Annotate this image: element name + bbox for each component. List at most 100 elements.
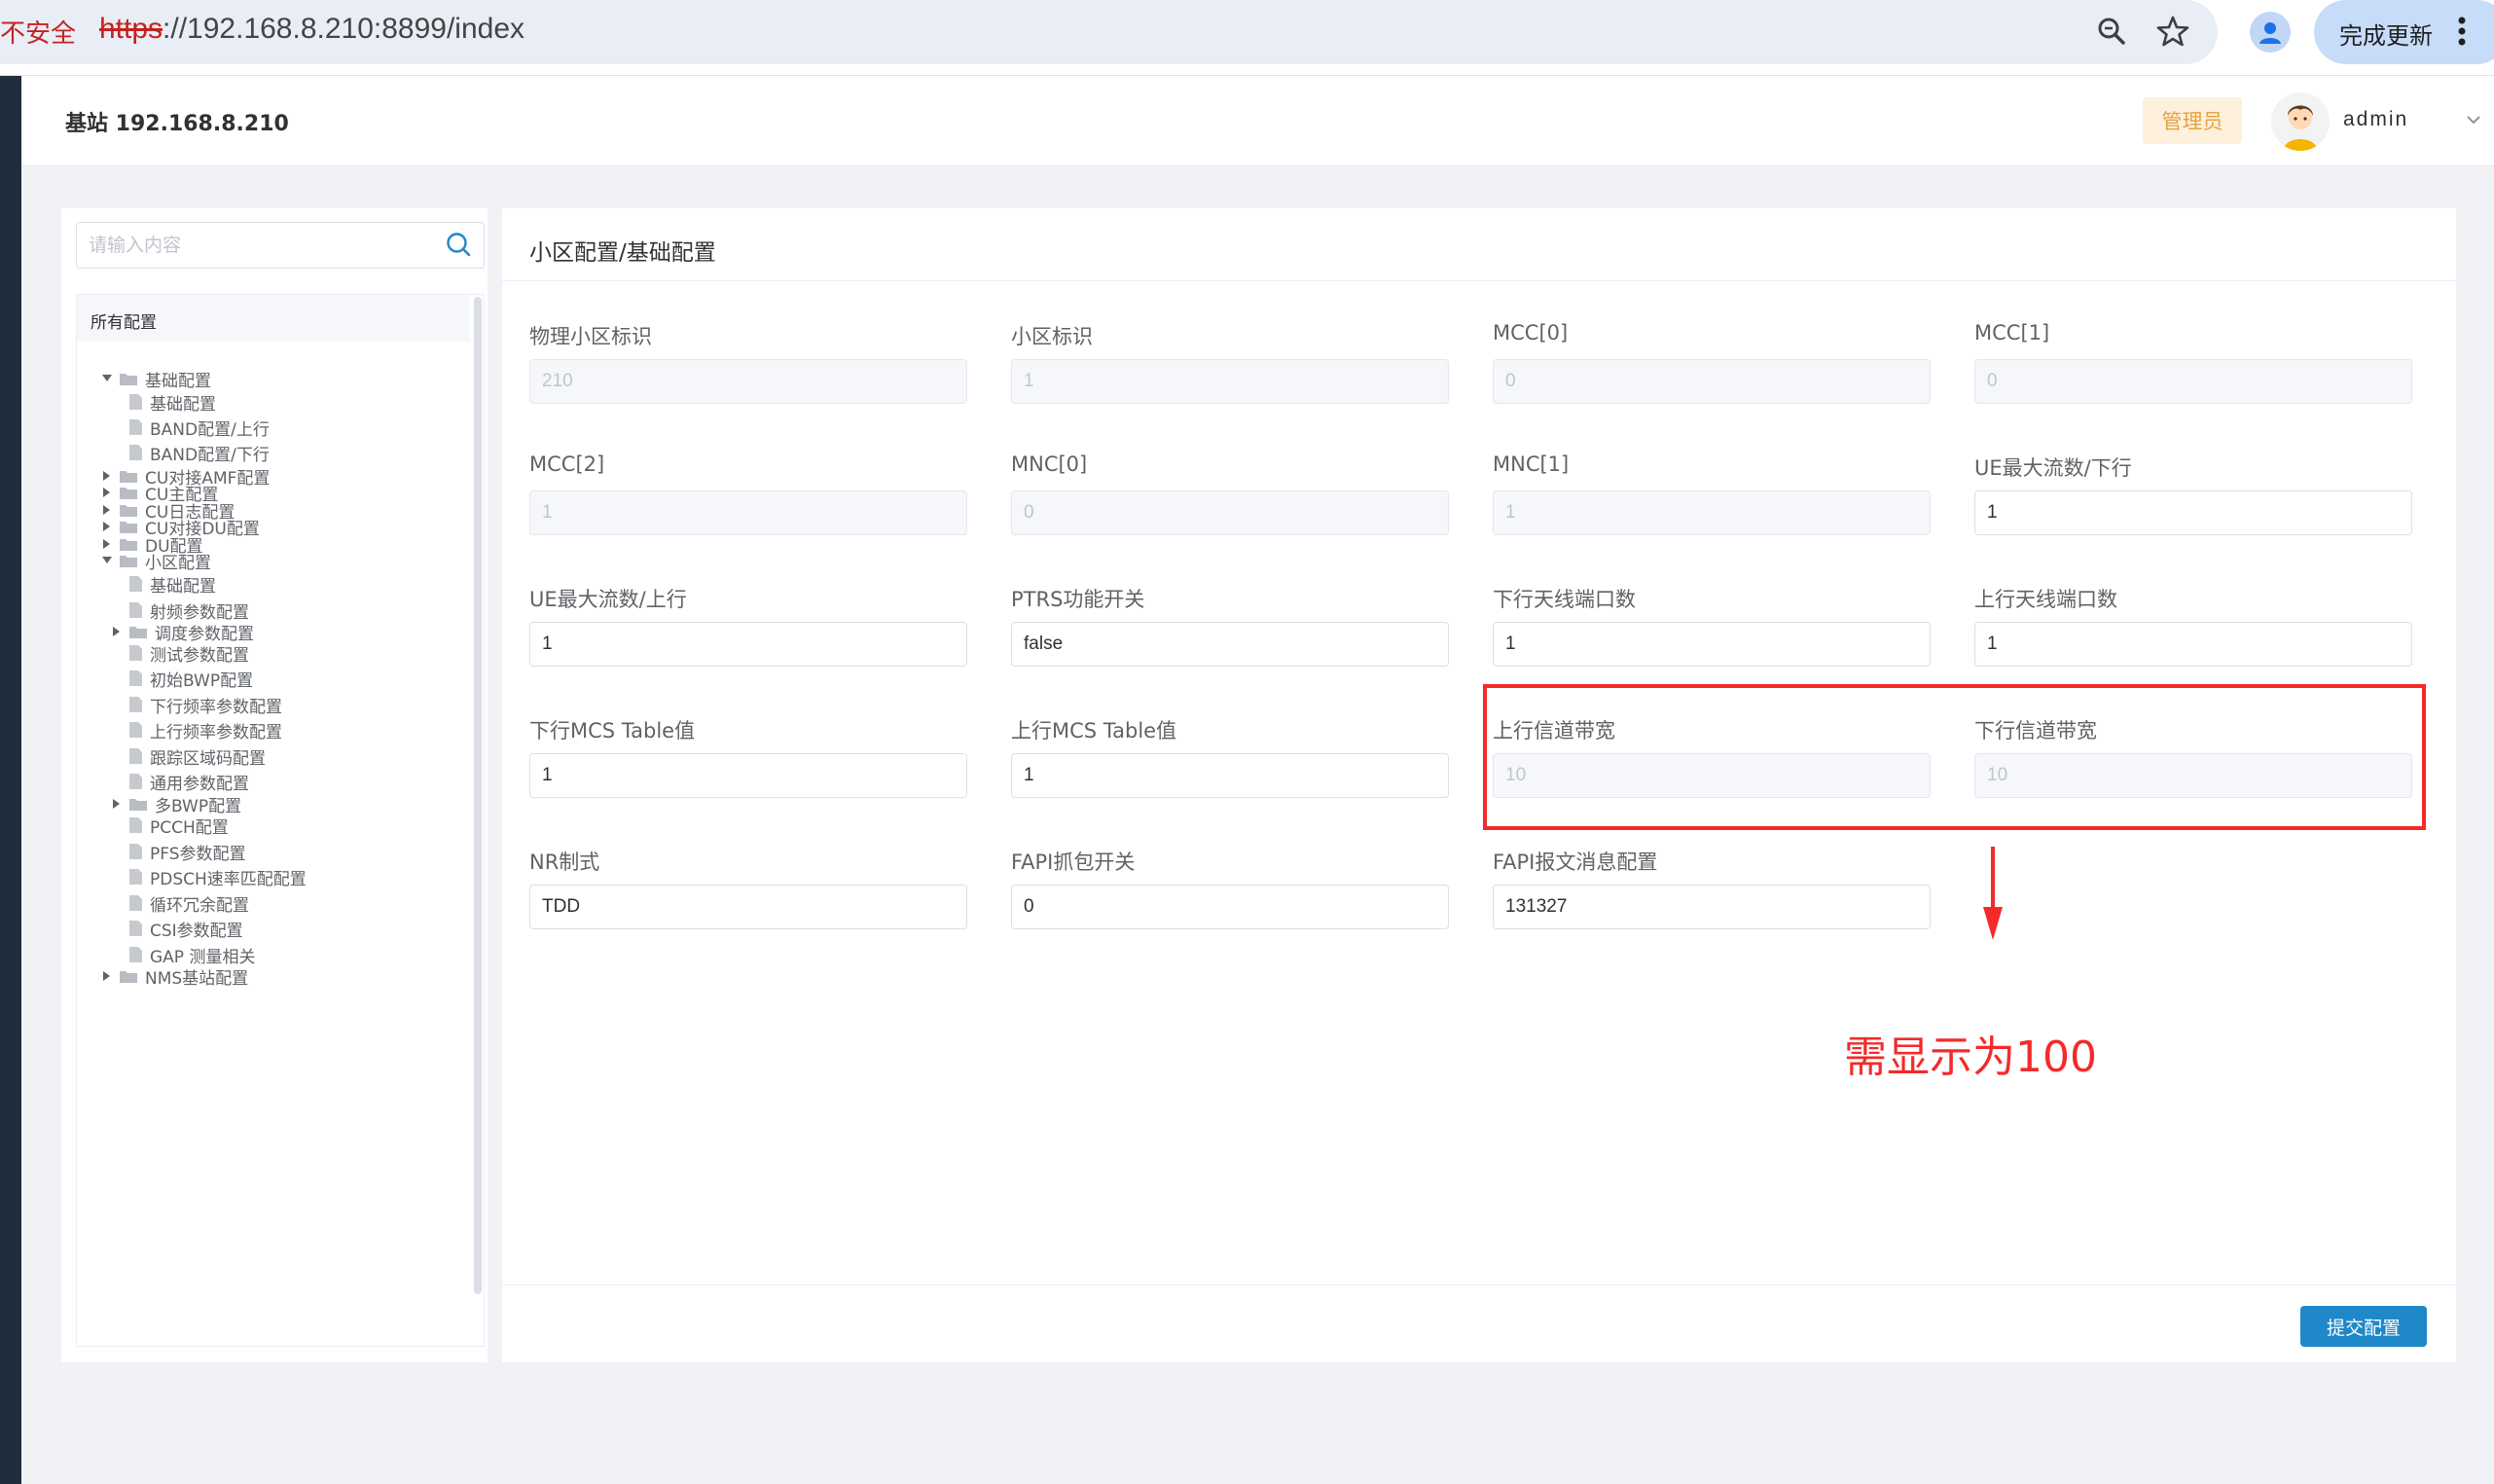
config-field-input[interactable] [1974, 490, 2412, 535]
tree-node-label: 测试参数配置 [150, 645, 249, 666]
security-indicator[interactable]: 不安全 [0, 14, 76, 50]
config-field-input[interactable] [1493, 885, 1931, 929]
tree-folder-node[interactable]: NMS基站配置 [100, 964, 249, 989]
tree-folder-node[interactable]: 小区配置 [100, 549, 211, 573]
caret-right-icon[interactable] [100, 488, 114, 497]
tree-node-label: PFS参数配置 [150, 844, 246, 864]
config-field-input[interactable] [1011, 753, 1449, 798]
field-label: 上行MCS Table值 [1011, 719, 1177, 742]
config-field-input [1493, 490, 1931, 535]
search-input[interactable] [87, 223, 441, 268]
tree-leaf-node[interactable]: 通用参数配置 [129, 770, 249, 794]
config-field-input[interactable] [1974, 622, 2412, 667]
tree-leaf-node[interactable]: PDSCH速率匹配配置 [129, 865, 307, 889]
config-field-input[interactable] [1011, 622, 1449, 667]
tree-leaf-node[interactable]: BAND配置/上行 [129, 416, 270, 440]
field-label: MCC[2] [529, 452, 605, 476]
document-icon [129, 817, 142, 833]
folder-icon [120, 554, 137, 567]
chevron-down-icon[interactable] [2466, 115, 2481, 125]
field-label: PTRS功能开关 [1011, 588, 1145, 611]
field-label: MCC[1] [1974, 321, 2050, 344]
document-icon [129, 844, 142, 859]
tree-node-label: 上行频率参数配置 [150, 722, 282, 742]
avatar[interactable] [2271, 92, 2330, 151]
tree-leaf-node[interactable]: 循环冗余配置 [129, 891, 249, 916]
tree-leaf-node[interactable]: PCCH配置 [129, 814, 229, 838]
more-vert-icon [2458, 17, 2466, 46]
tree-leaf-node[interactable]: 初始BWP配置 [129, 667, 253, 691]
url-text[interactable]: https://192.168.8.210:8899/index [99, 13, 524, 46]
profile-icon[interactable] [2250, 12, 2291, 53]
tree-leaf-node[interactable]: 基础配置 [129, 390, 216, 415]
document-icon [129, 895, 142, 911]
caret-right-icon[interactable] [100, 522, 114, 531]
field-label: UE最大流数/下行 [1974, 456, 2132, 480]
document-icon [129, 697, 142, 712]
tree-node-label: NMS基站配置 [145, 968, 249, 989]
config-field-input[interactable] [529, 622, 967, 667]
caret-down-icon[interactable] [100, 375, 114, 382]
tree-leaf-node[interactable]: GAP 测量相关 [129, 943, 255, 967]
url-path: ://192.168.8.210:8899/index [163, 13, 525, 45]
tree-node-label: 循环冗余配置 [150, 895, 249, 916]
caret-right-icon[interactable] [100, 505, 114, 515]
app-header: 基站 192.168.8.210 管理员 admin [21, 76, 2494, 166]
tree-node-label: 小区配置 [145, 553, 211, 573]
tree-leaf-node[interactable]: 上行频率参数配置 [129, 718, 282, 742]
field-label: FAPI报文消息配置 [1493, 851, 1658, 874]
tree-leaf-node[interactable]: 下行频率参数配置 [129, 693, 282, 717]
tree-root[interactable]: 所有配置 [77, 295, 470, 342]
zoom-icon[interactable] [2092, 12, 2131, 51]
field-label: 物理小区标识 [529, 325, 652, 348]
tree-scrollbar[interactable] [474, 297, 482, 1294]
url-scheme: https [99, 13, 163, 45]
update-button-label: 完成更新 [2339, 22, 2433, 50]
caret-down-icon[interactable] [100, 557, 114, 564]
caret-right-icon[interactable] [100, 471, 114, 481]
tree-folder-node[interactable]: 调度参数配置 [110, 620, 254, 644]
config-field-input[interactable] [529, 885, 967, 929]
config-field-input[interactable] [529, 753, 967, 798]
config-field-input[interactable] [1493, 622, 1931, 667]
config-field-input [529, 490, 967, 535]
document-icon [129, 419, 142, 435]
update-button[interactable]: 完成更新 [2314, 0, 2494, 64]
field-label: 上行天线端口数 [1974, 588, 2117, 611]
annotation-text: 需显示为100 [1844, 1032, 2097, 1082]
config-field-input[interactable] [1011, 885, 1449, 929]
caret-right-icon[interactable] [110, 799, 124, 809]
submit-config-button[interactable]: 提交配置 [2300, 1306, 2427, 1347]
caret-right-icon[interactable] [110, 627, 124, 636]
tree-leaf-node[interactable]: 基础配置 [129, 572, 216, 597]
caret-right-icon[interactable] [100, 539, 114, 549]
document-icon [129, 722, 142, 738]
document-icon [129, 394, 142, 410]
page-title: 基站 192.168.8.210 [65, 112, 289, 136]
tree-leaf-node[interactable]: 射频参数配置 [129, 598, 249, 623]
config-field-input [1493, 359, 1931, 404]
caret-right-icon[interactable] [100, 971, 114, 981]
document-icon [129, 947, 142, 962]
tree-leaf-node[interactable]: 测试参数配置 [129, 641, 249, 666]
username[interactable]: admin [2343, 108, 2408, 131]
field-label: MNC[1] [1493, 452, 1570, 476]
search-icon[interactable] [445, 231, 472, 258]
tree-leaf-node[interactable]: 跟踪区域码配置 [129, 744, 266, 769]
tree-folder-node[interactable]: 基础配置 [100, 367, 211, 391]
tree-node-label: 下行频率参数配置 [150, 697, 282, 717]
folder-icon [120, 969, 137, 983]
document-icon [129, 921, 142, 936]
bookmark-star-icon[interactable] [2153, 12, 2192, 51]
tree-leaf-node[interactable]: BAND配置/下行 [129, 441, 270, 465]
tree-leaf-node[interactable]: PFS参数配置 [129, 840, 246, 864]
tree-leaf-node[interactable]: CSI参数配置 [129, 917, 243, 941]
field-label: 下行MCS Table值 [529, 719, 696, 742]
tree-folder-node[interactable]: 多BWP配置 [110, 792, 241, 816]
config-field-input [1974, 359, 2412, 404]
tree-node-label: 通用参数配置 [150, 774, 249, 794]
config-field-input [529, 359, 967, 404]
divider [502, 280, 2456, 281]
document-icon [129, 645, 142, 661]
annotation-arrow-icon [1983, 847, 2003, 940]
